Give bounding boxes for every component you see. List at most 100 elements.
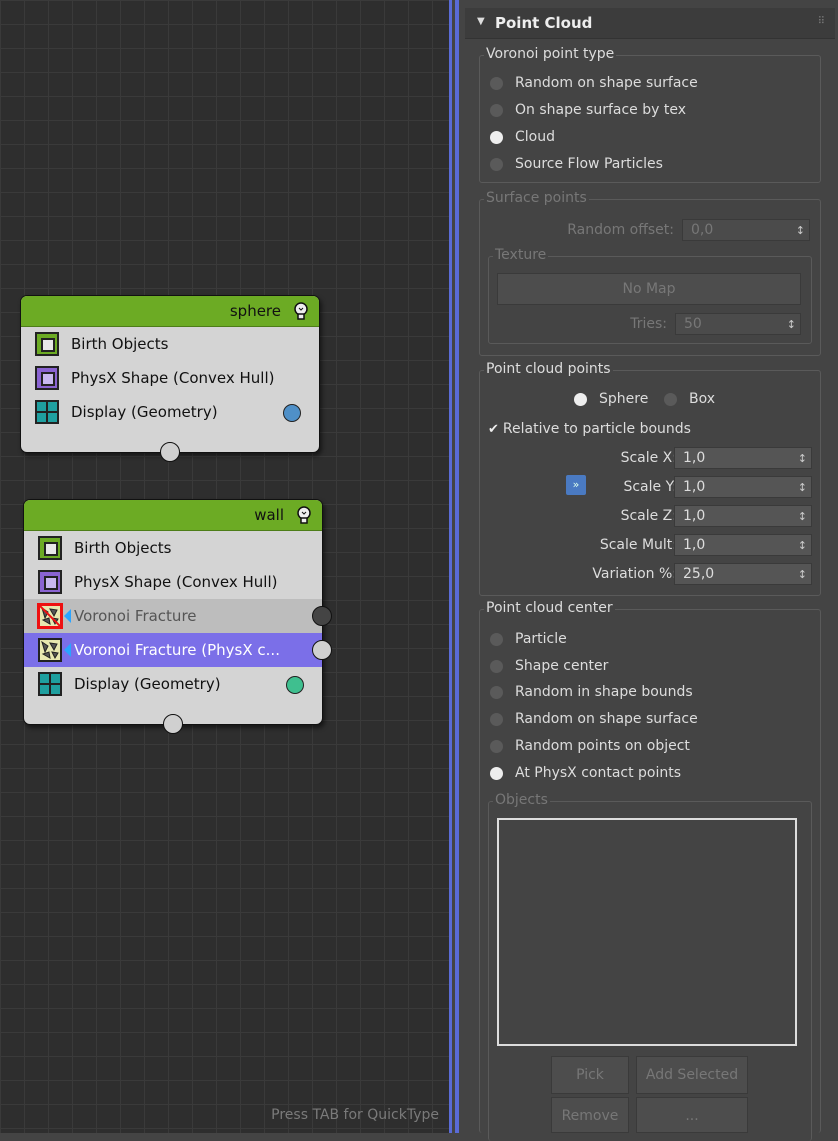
random-offset-spinner[interactable]: 0,0 [682,219,810,241]
objects-list[interactable] [497,818,797,1046]
radio-particle[interactable]: Particle [490,631,567,647]
output-socket[interactable] [312,606,332,626]
operator-label: PhysX Shape (Convex Hull) [74,573,278,591]
grip-icon[interactable]: ⠿ [818,16,825,27]
radio-label: Random on shape surface [515,75,698,91]
scale-z-spinner[interactable]: 1,0 [674,505,812,527]
radio-box[interactable]: Box [664,391,715,407]
display-icon [35,400,59,424]
radio-label: Shape center [515,658,609,674]
group-title: Point cloud points [484,361,613,377]
output-socket[interactable] [312,640,332,660]
operator-voronoi-fracture-physx[interactable]: Voronoi Fracture (PhysX c... [24,633,332,667]
field-scale-mult: Scale Mult: 1,0 [480,534,822,556]
radio-source-flow-particles[interactable]: Source Flow Particles [490,156,663,172]
operator-birth-objects[interactable]: Birth Objects [24,531,322,565]
rollout-header-point-cloud[interactable]: ▼ Point Cloud ⠿ [465,8,835,39]
radio-cloud[interactable]: Cloud [490,129,555,145]
radio-button-icon[interactable] [490,659,503,673]
radio-button-icon[interactable] [490,103,503,117]
radio-random-points-on-object[interactable]: Random points on object [490,738,690,754]
operator-physx-shape[interactable]: PhysX Shape (Convex Hull) [21,361,319,395]
node-title: sphere [229,302,281,320]
event-node-sphere[interactable]: sphere Birth Objects PhysX Shape (Convex… [20,295,320,462]
particle-view-graph[interactable]: sphere Birth Objects PhysX Shape (Convex… [0,0,452,1133]
expand-chevron-icon[interactable]: » [566,475,586,495]
operator-voronoi-fracture[interactable]: Voronoi Fracture [24,599,332,633]
radio-label: Sphere [599,391,649,407]
rollout-title: Point Cloud [495,14,593,32]
operator-label: Voronoi Fracture [74,607,197,625]
lightbulb-icon[interactable] [294,505,314,525]
field-label: Random offset: [567,222,674,238]
group-voronoi-point-type: Voronoi point type Random on shape surfa… [479,46,821,183]
lightbulb-icon[interactable] [291,301,311,321]
radio-button-icon[interactable] [490,632,503,646]
radio-label: Box [689,391,716,407]
checkbox-relative-to-particle-bounds[interactable]: ✔ Relative to particle bounds [488,421,691,437]
radio-sphere[interactable]: Sphere [574,391,648,407]
remove-button[interactable]: Remove [551,1097,629,1133]
radio-button-icon[interactable] [490,130,503,144]
birth-icon [38,536,62,560]
radio-button-icon[interactable] [490,76,503,90]
operator-label: Voronoi Fracture (PhysX c... [74,641,280,659]
radio-label: Cloud [515,129,555,145]
field-variation: Variation %: 25,0 [480,563,822,585]
radio-on-shape-surface-by-tex[interactable]: On shape surface by tex [490,102,686,118]
node-input-socket[interactable] [163,714,183,734]
more-button[interactable]: ... [636,1097,748,1133]
radio-button-icon[interactable] [490,157,503,171]
radio-button-icon[interactable] [490,712,503,726]
radio-random-on-shape-surface[interactable]: Random on shape surface [490,75,698,91]
radio-shape-center[interactable]: Shape center [490,658,608,674]
operator-label: Birth Objects [74,539,172,557]
node-header[interactable]: wall [24,500,322,531]
scale-mult-spinner[interactable]: 1,0 [674,534,812,556]
parameters-panel: ▼ Point Cloud ⠿ Voronoi point type Rando… [455,0,838,1141]
group-texture: Texture No Map Tries: 50 [488,247,812,344]
radio-button-icon[interactable] [490,766,503,780]
field-label: Scale X: [620,450,677,466]
radio-label: Random in shape bounds [515,684,693,700]
radio-label: Particle [515,631,567,647]
add-selected-button[interactable]: Add Selected [636,1056,748,1094]
checkbox-label: Relative to particle bounds [502,421,691,437]
radio-button-icon[interactable] [664,392,677,406]
event-node-wall[interactable]: wall Birth Objects PhysX Shape (Convex H… [23,499,332,734]
node-title: wall [254,506,284,524]
field-label: Tries: [630,316,667,332]
radio-button-icon[interactable] [490,739,503,753]
variation-spinner[interactable]: 25,0 [674,563,812,585]
radio-label: Random on shape surface [515,711,698,727]
pick-button[interactable]: Pick [551,1056,629,1094]
scale-y-spinner[interactable]: 1,0 [674,476,812,498]
radio-button-icon[interactable] [574,392,587,406]
tries-spinner[interactable]: 50 [675,313,801,335]
node-header[interactable]: sphere [21,296,319,327]
connector-arrow-icon [64,643,71,657]
physx-shape-icon [38,570,62,594]
group-surface-points: Surface points Random offset: 0,0 Textur… [479,190,821,356]
radio-button-icon[interactable] [490,685,503,699]
radio-random-in-shape-bounds[interactable]: Random in shape bounds [490,684,693,700]
node-input-socket[interactable] [160,442,180,462]
group-title: Voronoi point type [484,46,617,62]
operator-birth-objects[interactable]: Birth Objects [21,327,319,361]
display-color-dot[interactable] [283,404,301,422]
operator-display-geometry[interactable]: Display (Geometry) [24,667,322,701]
no-map-button[interactable]: No Map [497,273,801,305]
radio-at-physx-contact-points[interactable]: At PhysX contact points [490,765,681,781]
collapse-triangle-icon[interactable]: ▼ [477,16,485,27]
operator-display-geometry[interactable]: Display (Geometry) [21,395,319,429]
radio-random-on-shape-surface-center[interactable]: Random on shape surface [490,711,698,727]
scale-x-spinner[interactable]: 1,0 [674,447,812,469]
field-tries: Tries: 50 [489,313,801,335]
field-scale-x: Scale X: 1,0 [480,447,822,469]
checkmark-icon[interactable]: ✔ [488,422,499,437]
field-scale-z: Scale Z: 1,0 [480,505,822,527]
operator-label: Birth Objects [71,335,169,353]
field-label: Scale Y: [623,479,677,495]
display-color-dot[interactable] [286,676,304,694]
operator-physx-shape[interactable]: PhysX Shape (Convex Hull) [24,565,322,599]
